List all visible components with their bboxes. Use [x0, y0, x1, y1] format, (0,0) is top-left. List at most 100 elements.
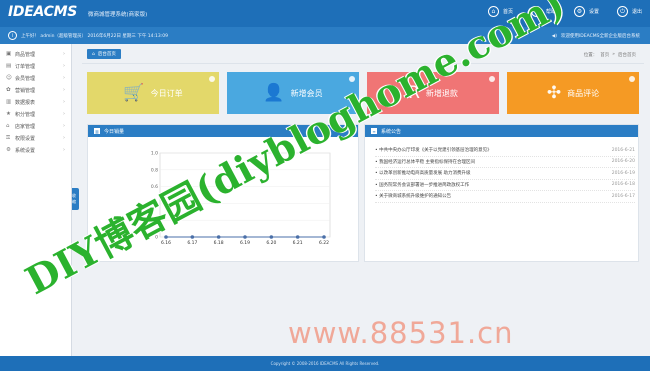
- chevron-right-icon: ›: [63, 87, 65, 93]
- stat-card-label: 商品评论: [567, 88, 600, 98]
- sidebar-item-7[interactable]: ⚿ 权限设置 ›: [0, 132, 71, 144]
- sidebar-item-label: 权限设置: [15, 135, 36, 142]
- data-point: [322, 235, 326, 239]
- sidebar-item-8[interactable]: ⚙ 系统设置 ›: [0, 144, 71, 156]
- news-date: 2016-6-17: [611, 193, 635, 199]
- news-list: • 中共中央办公厅印发《关于以党建引领基层治理的意见》 2016-6-21 • 我国…: [375, 145, 635, 203]
- news-item[interactable]: • 国务院常务会议部署进一步推进简政放权工作 2016-6-18: [375, 180, 635, 191]
- breadcrumb-part: 后台首页: [618, 53, 636, 58]
- footer: Copyright © 2008-2016 IDEACMS All Rights…: [0, 356, 650, 371]
- breadcrumb-part: »: [612, 52, 615, 57]
- x-tick-label: 6.17: [187, 240, 197, 246]
- stat-card-cart[interactable]: 🛒 今日订单: [87, 72, 219, 114]
- chart-icon: ▥: [94, 128, 100, 134]
- sidebar-item-icon: ⚙: [6, 147, 11, 153]
- news-item[interactable]: • 关于微商城系统升级维护的通知公告 2016-6-17: [375, 191, 635, 203]
- settings-icon: ⚙: [573, 6, 585, 17]
- sidebar-item-icon: ▣: [6, 51, 12, 57]
- card-badge: [209, 76, 215, 82]
- chevron-right-icon: ›: [63, 63, 65, 69]
- news-item[interactable]: • 中共中央办公厅印发《关于以党建引领基层治理的意见》 2016-6-21: [375, 145, 635, 157]
- sidebar-item-label: 商品管理: [15, 51, 36, 58]
- news-item[interactable]: • 我国经济运行总体平稳 主要指标保持在合理区间 2016-6-20: [375, 157, 635, 168]
- power-icon: ⏻: [616, 6, 628, 17]
- header-nav-power[interactable]: ⏻ 退出: [616, 6, 642, 17]
- notice: ◀) 欢迎使用IDEACMS全新企业版后台系统: [551, 33, 640, 40]
- user-icon: 👤: [263, 83, 285, 103]
- tab-home[interactable]: ⌂ 后台首页: [87, 49, 121, 59]
- watermark-88531: www.88531.cn: [288, 316, 514, 350]
- data-point: [243, 235, 247, 239]
- header-nav-label: 设置: [588, 9, 599, 15]
- app-subtitle: 微商城管理系统(商家版): [88, 12, 148, 18]
- stat-card-comment[interactable]: ✣ 商品评论: [507, 72, 639, 114]
- x-tick-label: 6.21: [293, 240, 303, 246]
- x-tick-label: 6.16: [161, 240, 171, 246]
- sidebar-item-0[interactable]: ▣ 商品管理 ›: [0, 48, 71, 60]
- news-date: 2016-6-19: [611, 170, 635, 176]
- list-icon: ≡: [371, 128, 377, 134]
- x-tick-label: 6.18: [214, 240, 224, 246]
- speaker-icon: ◀): [551, 33, 557, 39]
- x-tick-label: 6.20: [266, 240, 276, 246]
- news-title: • 我国经济运行总体平稳 主要指标保持在合理区间: [375, 159, 476, 165]
- news-title: • 中共中央办公厅印发《关于以党建引领基层治理的意见》: [375, 148, 492, 154]
- sales-panel-title: 今日销量: [104, 128, 125, 135]
- chevron-right-icon: ›: [63, 123, 65, 129]
- tab-home-label: 后台首页: [97, 52, 116, 57]
- sidebar-item-icon: ▥: [6, 99, 12, 105]
- chevron-right-icon: ›: [63, 51, 65, 57]
- breadcrumb-part: 位置：: [583, 53, 598, 58]
- sidebar-item-label: 店家管理: [15, 123, 36, 130]
- sidebar-item-label: 会员管理: [15, 75, 36, 82]
- sidebar-item-icon: ✿: [6, 87, 11, 93]
- sidebar-item-6[interactable]: ⌂ 店家管理 ›: [0, 120, 71, 132]
- sidebar-toggle[interactable]: 收缩: [72, 188, 79, 210]
- content-topbar: ⌂ 后台首页 位置： 首页» 后台首页: [82, 44, 644, 64]
- breadcrumb: 位置： 首页» 后台首页: [584, 52, 636, 58]
- header-nav-settings[interactable]: ⚙ 设置: [573, 6, 599, 17]
- user-icon: i: [8, 31, 17, 40]
- comment-icon: ✣: [546, 83, 562, 103]
- notice-panel: ≡ 系统公告 • 中共中央办公厅印发《关于以党建引领基层治理的意见》 2016-6…: [364, 124, 639, 262]
- news-date: 2016-6-18: [611, 182, 635, 188]
- sidebar-item-1[interactable]: ▤ 订单管理 ›: [0, 60, 71, 72]
- sidebar-item-5[interactable]: ★ 积分管理 ›: [0, 108, 71, 120]
- news-date: 2016-6-21: [611, 147, 635, 153]
- sidebar-item-icon: ☺: [6, 75, 12, 81]
- chevron-right-icon: ›: [63, 75, 65, 81]
- sidebar-item-2[interactable]: ☺ 会员管理 ›: [0, 72, 71, 84]
- sidebar-item-icon: ▤: [6, 63, 12, 69]
- app-logo[interactable]: IDEACMS: [8, 4, 77, 20]
- cart-icon: 🛒: [123, 83, 145, 103]
- chevron-right-icon: ›: [63, 135, 65, 141]
- data-point: [216, 235, 221, 239]
- sidebar-item-4[interactable]: ▥ 数据报表 ›: [0, 96, 71, 108]
- card-badge: [489, 76, 495, 82]
- sidebar-item-label: 营销管理: [15, 87, 36, 94]
- home-icon: ⌂: [92, 51, 95, 57]
- sidebar-item-3[interactable]: ✿ 营销管理 ›: [0, 84, 71, 96]
- sidebar-item-label: 订单管理: [15, 63, 36, 70]
- news-title: • 以改革创新推动电商高质量发展 助力消费升级: [375, 171, 471, 177]
- chevron-right-icon: ›: [63, 147, 65, 153]
- notice-text: 欢迎使用IDEACMS全新企业版后台系统: [560, 34, 640, 39]
- sidebar-item-icon: ★: [6, 111, 11, 117]
- news-item[interactable]: • 以改革创新推动电商高质量发展 助力消费升级 2016-6-19: [375, 168, 635, 180]
- news-title: • 关于微商城系统升级维护的通知公告: [375, 194, 452, 200]
- sidebar-item-label: 数据报表: [15, 99, 36, 106]
- x-tick-label: 6.22: [319, 240, 329, 246]
- data-point: [295, 235, 300, 239]
- stat-card-label: 今日订单: [150, 88, 183, 98]
- x-tick-label: 6.19: [240, 240, 250, 246]
- sidebar-item-icon: ⌂: [6, 123, 10, 129]
- chevron-right-icon: ›: [63, 111, 65, 117]
- header-nav-label: 退出: [631, 9, 642, 15]
- y-tick-label: 1.0: [151, 151, 158, 157]
- chevron-right-icon: ›: [63, 99, 65, 105]
- notice-panel-title: 系统公告: [381, 128, 402, 135]
- breadcrumb-link[interactable]: 首页: [600, 52, 609, 58]
- y-tick-label: 0.8: [151, 167, 158, 173]
- news-date: 2016-6-20: [611, 159, 635, 165]
- data-point: [190, 235, 195, 239]
